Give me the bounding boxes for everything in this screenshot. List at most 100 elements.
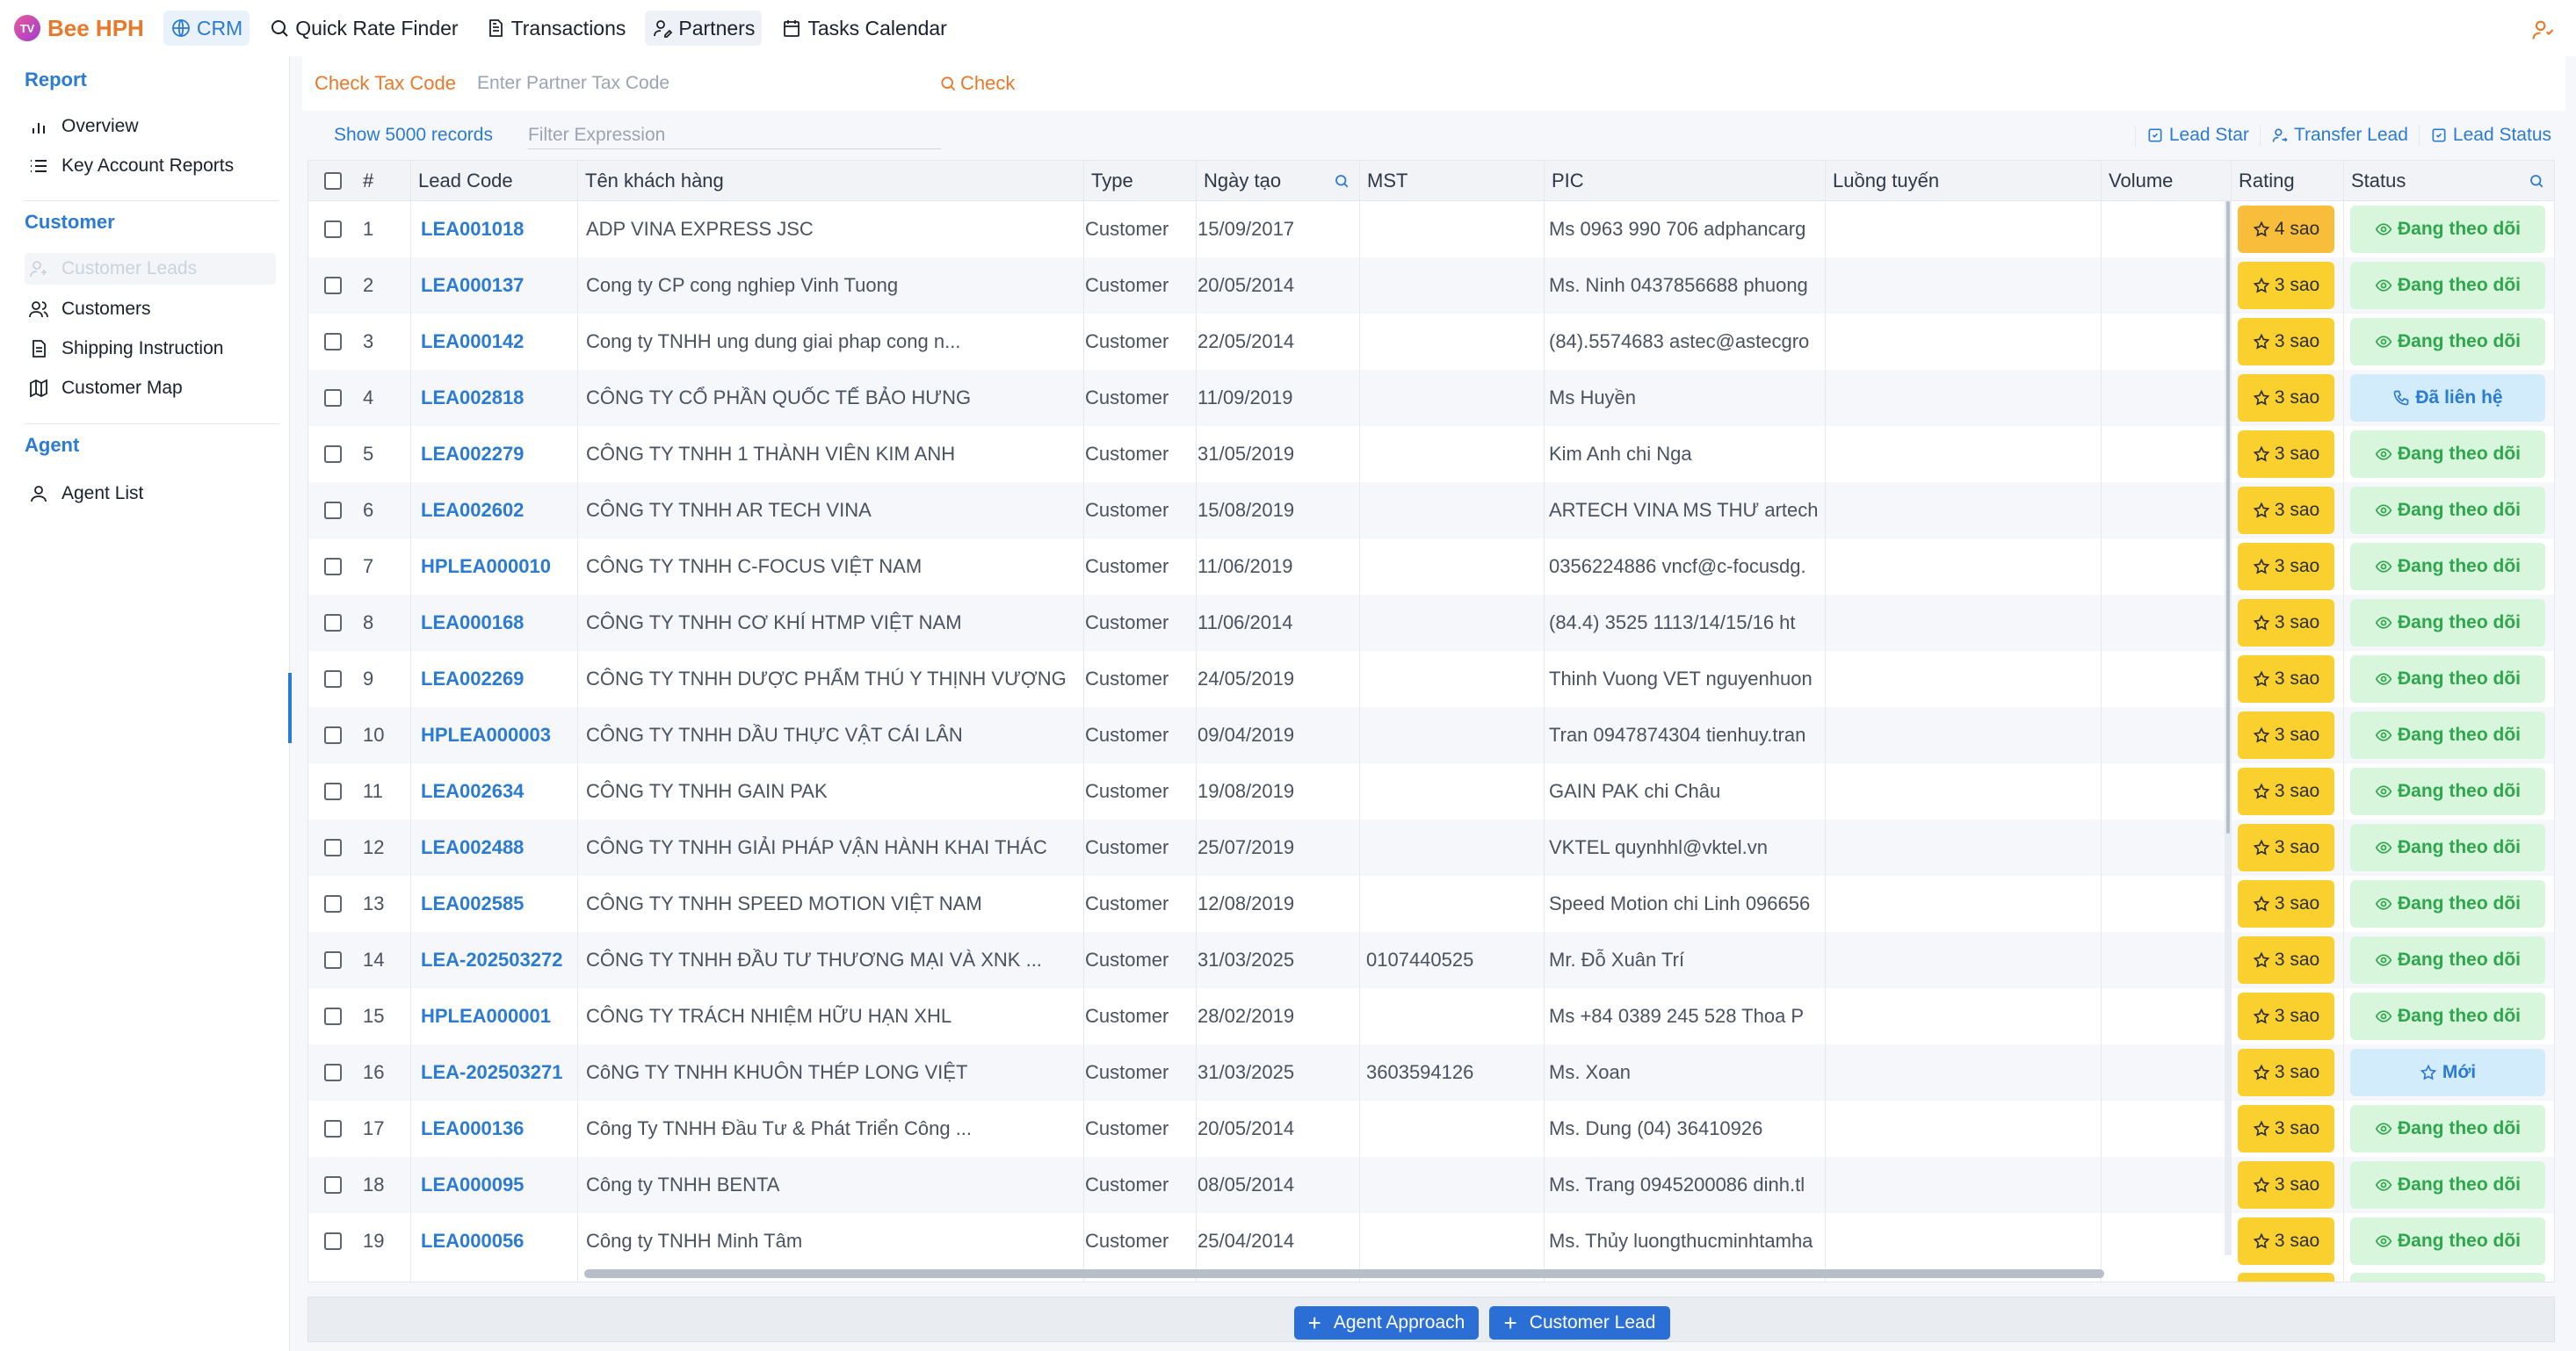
rating-badge[interactable]: 3 sao: [2238, 824, 2334, 871]
table-row[interactable]: 9 LEA002269 CÔNG TY TNHH DƯỢC PHẨM THÚ Y T…: [308, 651, 2554, 707]
user-menu-icon[interactable]: [2530, 18, 2555, 42]
rating-badge[interactable]: 3 sao: [2238, 1105, 2334, 1152]
row-checkbox-cell[interactable]: [324, 763, 342, 820]
row-checkbox-cell[interactable]: [324, 820, 342, 876]
rating-badge[interactable]: 3 sao: [2238, 768, 2334, 815]
horizontal-scrollbar-thumb[interactable]: [584, 1269, 2104, 1278]
rating-badge[interactable]: 4 sao: [2238, 206, 2334, 253]
table-row[interactable]: 14 LEA-202503272 CÔNG TY TNHH ĐẦU TƯ THƯƠN…: [308, 932, 2554, 988]
status-badge[interactable]: Đã liên hệ: [2350, 374, 2545, 422]
row-checkbox-cell[interactable]: [324, 1101, 342, 1157]
nav-transactions[interactable]: Transactions: [478, 11, 633, 46]
sidebar-item-customer-map[interactable]: Customer Map: [28, 372, 279, 404]
status-badge[interactable]: Đang theo dõi: [2350, 543, 2545, 590]
header-pic[interactable]: PIC: [1544, 161, 1816, 201]
lead-code-link[interactable]: LEA000095: [421, 1157, 575, 1213]
lead-code-link[interactable]: HPLEA000001: [421, 988, 575, 1044]
sidebar-resize-handle[interactable]: [288, 673, 292, 743]
row-checkbox-cell[interactable]: [324, 201, 342, 257]
lead-code-link[interactable]: HPLEA000003: [421, 707, 575, 763]
search-icon[interactable]: [1334, 173, 1350, 189]
checkbox[interactable]: [324, 220, 342, 238]
checkbox[interactable]: [324, 172, 342, 190]
header-customer-name[interactable]: Tên khách hàng: [577, 161, 973, 201]
table-row[interactable]: 16 LEA-202503271 CôNG TY TNHH KHUÔN THÉP L…: [308, 1044, 2554, 1101]
header-volume[interactable]: Volume: [2101, 161, 2224, 201]
table-row[interactable]: 13 LEA002585 CÔNG TY TNHH SPEED MOTION VIỆ…: [308, 876, 2554, 932]
row-checkbox-cell[interactable]: [324, 988, 342, 1044]
rating-badge[interactable]: 3 sao: [2238, 430, 2334, 478]
lead-code-link[interactable]: LEA002279: [421, 426, 575, 482]
sidebar-item-customers[interactable]: Customers: [28, 293, 279, 325]
rating-badge[interactable]: 3 sao: [2238, 936, 2334, 984]
header-lead-code[interactable]: Lead Code: [410, 161, 560, 201]
row-checkbox-cell[interactable]: [324, 876, 342, 932]
rating-badge[interactable]: 3 sao: [2238, 599, 2334, 647]
rating-badge[interactable]: 3 sao: [2238, 1161, 2334, 1209]
row-checkbox-cell[interactable]: [324, 257, 342, 314]
header-status[interactable]: Status: [2343, 161, 2551, 201]
select-all-checkbox[interactable]: [324, 161, 342, 201]
checkbox[interactable]: [324, 1176, 342, 1194]
status-badge[interactable]: Đang theo dõi: [2350, 1217, 2545, 1265]
status-badge[interactable]: Đang theo dõi: [2350, 1105, 2545, 1152]
sidebar-item-overview[interactable]: Overview: [28, 111, 279, 142]
status-badge[interactable]: Đang theo dõi: [2350, 1161, 2545, 1209]
table-row[interactable]: 5 LEA002279 CÔNG TY TNHH 1 THÀNH VIÊN KIM …: [308, 426, 2554, 482]
row-checkbox-cell[interactable]: [324, 370, 342, 426]
status-badge[interactable]: Đang theo dõi: [2350, 880, 2545, 928]
checkbox[interactable]: [324, 726, 342, 744]
lead-code-link[interactable]: LEA000056: [421, 1213, 575, 1269]
rating-badge[interactable]: 3 sao: [2238, 543, 2334, 590]
row-checkbox-cell[interactable]: [324, 1213, 342, 1269]
sidebar-item-key-accounts[interactable]: Key Account Reports: [28, 150, 279, 182]
show-records-link[interactable]: Show 5000 records: [334, 125, 493, 146]
table-row[interactable]: 19 LEA000056 Công ty TNHH Minh Tâm Customer…: [308, 1213, 2554, 1269]
search-icon[interactable]: [2529, 173, 2544, 189]
table-row[interactable]: 2 LEA000137 Cong ty CP cong nghiep Vinh Tu…: [308, 257, 2554, 314]
table-row[interactable]: 8 LEA000168 CÔNG TY TNHH CƠ KHÍ HTMP VIỆT …: [308, 595, 2554, 651]
tax-code-input[interactable]: [477, 73, 917, 94]
header-tax[interactable]: MST: [1359, 161, 1535, 201]
row-checkbox-cell[interactable]: [324, 538, 342, 595]
brand[interactable]: TV Bee HPH: [14, 15, 144, 42]
vertical-scrollbar-thumb[interactable]: [2226, 201, 2230, 834]
rating-badge[interactable]: 3 sao: [2238, 262, 2334, 309]
row-checkbox-cell[interactable]: [324, 1157, 342, 1213]
row-checkbox-cell[interactable]: [324, 932, 342, 988]
lead-code-link[interactable]: LEA000142: [421, 314, 575, 370]
lead-code-link[interactable]: LEA-202503271: [421, 1044, 575, 1101]
checkbox[interactable]: [324, 783, 342, 800]
status-badge[interactable]: Đang theo dõi: [2350, 768, 2545, 815]
table-row[interactable]: 11 LEA002634 CÔNG TY TNHH GAIN PAK Customer…: [308, 763, 2554, 820]
lead-code-link[interactable]: HPLEA000010: [421, 538, 575, 595]
rating-badge[interactable]: 3 sao: [2238, 655, 2334, 703]
check-button[interactable]: Check: [939, 72, 1015, 95]
status-badge[interactable]: Đang theo dõi: [2350, 318, 2545, 365]
sidebar-item-shipping[interactable]: Shipping Instruction: [28, 333, 279, 365]
checkbox[interactable]: [324, 1120, 342, 1138]
lead-code-link[interactable]: LEA000168: [421, 595, 575, 651]
lead-code-link[interactable]: LEA000137: [421, 257, 575, 314]
table-row[interactable]: 10 HPLEA000003 CÔNG TY TNHH DẦU THỰC VẬT C…: [308, 707, 2554, 763]
transfer-lead-button[interactable]: Transfer Lead: [2259, 125, 2419, 146]
checkbox[interactable]: [324, 389, 342, 407]
checkbox[interactable]: [324, 670, 342, 688]
rating-badge[interactable]: 3 sao: [2238, 487, 2334, 534]
filter-expression-input[interactable]: [527, 121, 941, 149]
nav-partners[interactable]: Partners: [645, 11, 763, 46]
status-badge[interactable]: Đang theo dõi: [2350, 824, 2545, 871]
table-row[interactable]: 18 LEA000095 Công ty TNHH BENTA Customer 08/…: [308, 1157, 2554, 1213]
status-badge[interactable]: Đang theo dõi: [2350, 655, 2545, 703]
row-checkbox-cell[interactable]: [324, 1044, 342, 1101]
sidebar-item-agent-list[interactable]: Agent List: [28, 478, 279, 509]
checkbox[interactable]: [324, 614, 342, 632]
status-badge[interactable]: Đang theo dõi: [2350, 262, 2545, 309]
lead-code-link[interactable]: LEA002585: [421, 876, 575, 932]
rating-badge[interactable]: 3 sao: [2238, 1049, 2334, 1096]
status-badge[interactable]: Đang theo dõi: [2350, 712, 2545, 759]
status-badge[interactable]: Đang theo dõi: [2350, 936, 2545, 984]
status-badge[interactable]: Đang theo dõi: [2350, 430, 2545, 478]
row-checkbox-cell[interactable]: [324, 707, 342, 763]
table-row[interactable]: 3 LEA000142 Cong ty TNHH ung dung giai pha…: [308, 314, 2554, 370]
